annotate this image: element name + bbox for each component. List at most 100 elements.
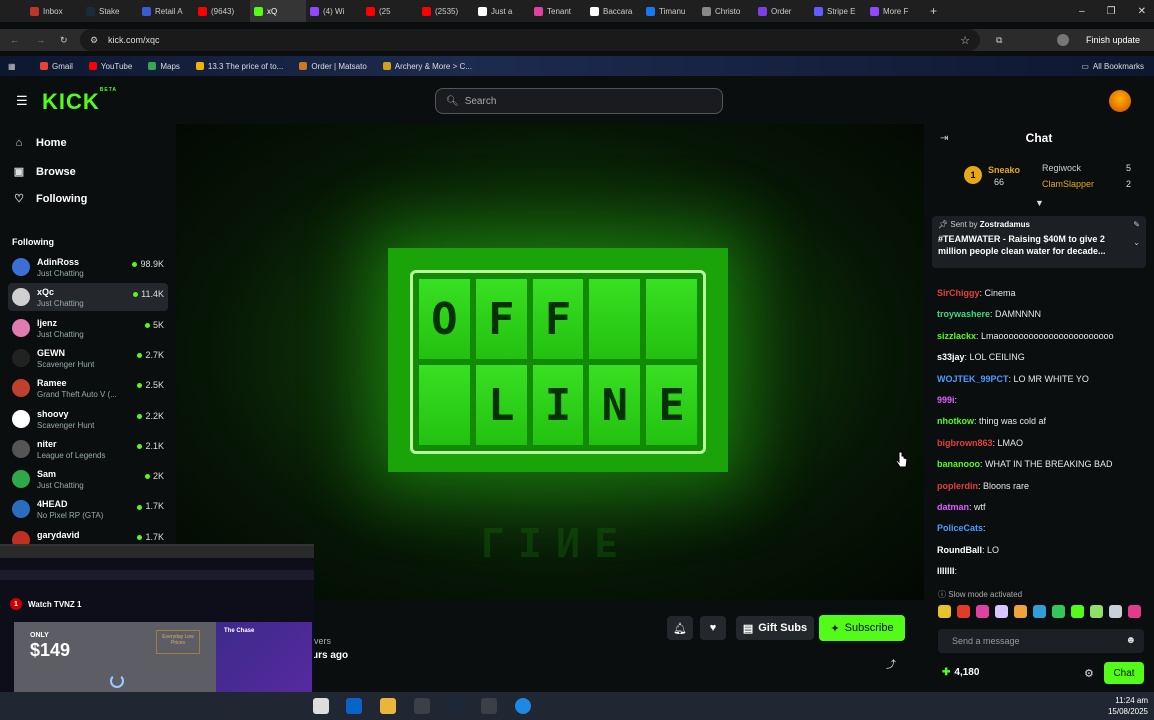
browser-tab[interactable]: More F <box>866 0 922 22</box>
chat-username[interactable]: WOJTEK_99PCT <box>937 374 1009 384</box>
outlook-icon[interactable] <box>346 698 362 714</box>
browser-tab[interactable]: Retail A <box>138 0 194 22</box>
taskbar-app-icon[interactable] <box>313 698 329 714</box>
bookmark-item[interactable]: YouTube <box>88 62 132 71</box>
send-chat-button[interactable]: Chat <box>1104 662 1144 684</box>
url-field[interactable]: ⚙ kick.com/xqc ☆ <box>80 29 980 51</box>
followed-channel-item[interactable]: Sam Just Chatting 2K <box>8 465 168 493</box>
picture-in-picture-window[interactable]: 1 Watch TVNZ 1 ONLY $149 Everyday Low Pr… <box>0 544 314 714</box>
bookmark-item[interactable]: Archery & More > C... <box>382 62 472 71</box>
file-explorer-icon[interactable] <box>380 698 396 714</box>
close-icon[interactable]: ✕ <box>1138 6 1146 17</box>
video-player[interactable]: OFFLINE LINE <box>176 124 924 600</box>
chat-username[interactable]: sizzlackx <box>937 331 976 341</box>
emote-icon[interactable] <box>1109 605 1122 618</box>
browser-tab[interactable]: Stripe E <box>810 0 866 22</box>
chat-username[interactable]: bananooo <box>937 459 980 469</box>
emote-icon[interactable] <box>938 605 951 618</box>
followed-channel-item[interactable]: shoovy Scavenger Hunt 2.2K <box>8 405 168 433</box>
search-input[interactable]: 🔍︎ Search <box>435 88 723 114</box>
browser-tab[interactable]: Timanu <box>642 0 698 22</box>
chat-message-input[interactable]: Send a message ☻ <box>938 629 1144 653</box>
minimize-icon[interactable]: – <box>1079 6 1085 17</box>
system-clock[interactable]: 11:24 am 15/08/2025 <box>1108 695 1148 717</box>
chat-username[interactable]: s33jay <box>937 352 965 362</box>
browser-tab[interactable]: Order <box>754 0 810 22</box>
chat-username[interactable]: lllllll <box>937 566 955 576</box>
gift-subs-button[interactable]: ▤ Gift Subs <box>736 616 814 640</box>
chat-username[interactable]: datman <box>937 502 969 512</box>
chat-username[interactable]: nhotkow <box>937 416 974 426</box>
emote-icon[interactable] <box>1033 605 1046 618</box>
browser-tab[interactable]: (9643) <box>194 0 250 22</box>
bookmark-item[interactable]: Order | Matsato <box>299 62 367 71</box>
chat-username[interactable]: RoundBall <box>937 545 982 555</box>
chat-username[interactable]: bigbrown863 <box>937 438 993 448</box>
bookmark-item[interactable]: Gmail <box>40 62 73 71</box>
emote-icon[interactable] <box>1014 605 1027 618</box>
chat-username[interactable]: poplerdin <box>937 481 978 491</box>
bookmark-star-icon[interactable]: ☆ <box>960 34 970 47</box>
followed-channel-item[interactable]: AdinRoss Just Chatting 98.9K <box>8 253 168 281</box>
browser-tab[interactable]: (4) Wi <box>306 0 362 22</box>
site-info-icon[interactable]: ⚙ <box>90 35 98 46</box>
reload-icon[interactable]: ↻ <box>60 35 68 46</box>
extensions-icon[interactable]: ⧉ <box>996 35 1002 46</box>
snipping-tool-icon[interactable] <box>414 698 430 714</box>
browser-tab[interactable]: Inbox <box>26 0 82 22</box>
chrome-icon[interactable] <box>515 698 531 714</box>
followed-channel-item[interactable]: niter League of Legends 2.1K <box>8 435 168 463</box>
chat-username[interactable]: troywashere <box>937 309 990 319</box>
browser-tab[interactable]: (25 <box>362 0 418 22</box>
follow-button[interactable]: ♥ <box>700 616 726 640</box>
finish-update-button[interactable]: Finish update <box>1086 35 1140 45</box>
back-icon[interactable]: ← <box>10 35 19 45</box>
emote-icon[interactable] <box>1052 605 1065 618</box>
browser-tab[interactable]: Christo <box>698 0 754 22</box>
maximize-icon[interactable]: ❐ <box>1107 6 1116 17</box>
settings-icon[interactable] <box>481 698 497 714</box>
browser-tab[interactable]: xQ <box>250 0 306 22</box>
emote-icon[interactable] <box>995 605 1008 618</box>
browser-tab[interactable]: Just a <box>474 0 530 22</box>
expand-leaderboard-icon[interactable]: ▼ <box>1035 198 1044 208</box>
expand-pinned-icon[interactable]: ⌄ <box>1133 238 1140 247</box>
notification-button[interactable]: 🔔︎ <box>667 616 693 640</box>
share-icon[interactable]: ⤴ <box>886 656 896 671</box>
followed-channel-item[interactable]: xQc Just Chatting 11.4K <box>8 283 168 312</box>
followed-channel-item[interactable]: GEWN Scavenger Hunt 2.7K <box>8 344 168 372</box>
channel-points[interactable]: ✚ 4,180 <box>942 667 979 678</box>
browser-tab[interactable]: Stake <box>82 0 138 22</box>
all-bookmarks[interactable]: ▭ All Bookmarks <box>1081 62 1144 71</box>
followed-channel-item[interactable]: 4HEAD No Pixel RP (GTA) 1.7K <box>8 495 168 523</box>
new-tab-button[interactable]: + <box>922 4 937 18</box>
user-avatar[interactable] <box>1109 90 1131 112</box>
emote-icon[interactable] <box>1071 605 1084 618</box>
sidebar-item-following[interactable]: ♡ Following <box>12 192 87 206</box>
profile-avatar[interactable] <box>1057 34 1069 46</box>
apps-icon[interactable]: ▦ <box>8 62 16 71</box>
bookmark-item[interactable]: 13.3 The price of to... <box>195 62 283 71</box>
chat-settings-icon[interactable]: ⚙ <box>1084 667 1094 680</box>
subscribe-button[interactable]: ✦ Subscribe <box>819 615 905 641</box>
emote-icon[interactable] <box>1090 605 1103 618</box>
followed-channel-item[interactable]: ljenz Just Chatting 5K <box>8 314 168 342</box>
chat-username[interactable]: SirChiggy <box>937 288 980 298</box>
emoji-picker-icon[interactable]: ☻ <box>1125 635 1136 646</box>
chat-username[interactable]: PoliceCats <box>937 523 983 533</box>
browser-tab[interactable]: (2535) <box>418 0 474 22</box>
kick-logo[interactable]: KICKBETA <box>42 87 117 115</box>
menu-icon[interactable]: ☰ <box>16 93 28 109</box>
sidebar-item-browse[interactable]: ▣ Browse <box>12 165 76 179</box>
unpin-icon[interactable]: ✎ <box>1133 220 1140 229</box>
followed-channel-item[interactable]: Ramee Grand Theft Auto V (... 2.5K <box>8 374 168 402</box>
browser-tab[interactable]: Tenant <box>530 0 586 22</box>
bookmark-item[interactable]: Maps <box>148 62 180 71</box>
steam-icon[interactable] <box>447 698 463 714</box>
sidebar-item-home[interactable]: ⌂ Home <box>12 137 67 149</box>
browser-tab[interactable]: Baccara <box>586 0 642 22</box>
emote-icon[interactable] <box>976 605 989 618</box>
emote-icon[interactable] <box>957 605 970 618</box>
emote-icon[interactable] <box>1128 605 1141 618</box>
forward-icon[interactable]: → <box>36 35 45 45</box>
